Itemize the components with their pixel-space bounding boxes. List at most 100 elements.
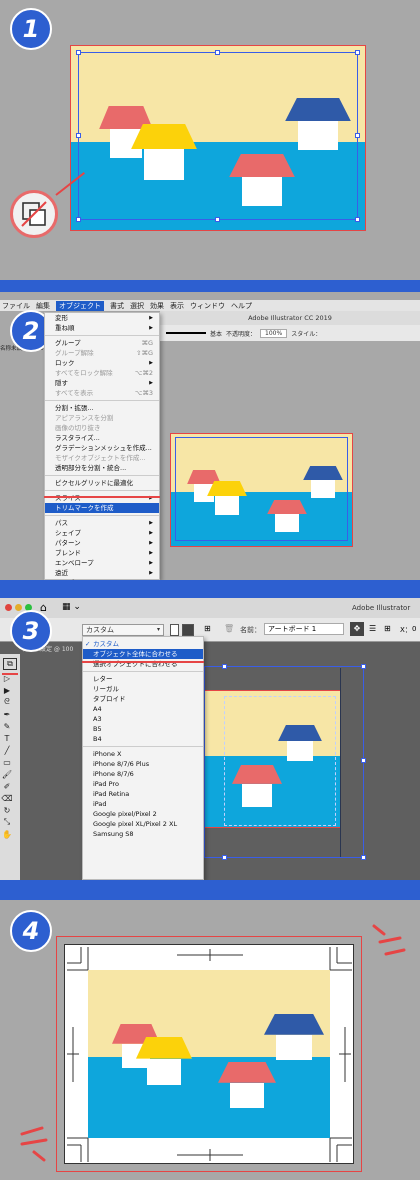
divider [0, 880, 420, 900]
menu-object[interactable]: オブジェクト [56, 300, 104, 311]
scale-icon[interactable]: ⤡ [0, 816, 14, 828]
preset-menu-item[interactable]: A4 [83, 704, 203, 714]
type-tool-icon[interactable]: T [0, 732, 14, 744]
preset-menu-item[interactable]: iPad Pro [83, 779, 203, 789]
eraser-icon[interactable]: ⌫ [0, 792, 14, 804]
opacity-field[interactable]: 100% [260, 328, 288, 338]
tool-underline [2, 673, 18, 675]
object-menu-item[interactable]: 分割・拡張... [45, 403, 159, 413]
object-menu-item[interactable]: シェイプ ▶ [45, 528, 159, 538]
pen-tool-icon[interactable]: ✒ [0, 708, 14, 720]
handle[interactable] [215, 50, 220, 55]
selection-box[interactable] [78, 52, 358, 220]
handle[interactable] [355, 217, 360, 222]
menu-view[interactable]: 表示 [170, 301, 184, 311]
stroke-label[interactable]: 基本 [210, 329, 222, 338]
preset-menu-item[interactable]: オブジェクト全体に合わせる [83, 649, 203, 659]
object-menu-label: モザイクオブジェクトを作成... [55, 454, 146, 462]
artboard-tool-icon[interactable]: ⧉ [3, 658, 17, 670]
lasso-icon[interactable]: ᘓ [0, 696, 14, 708]
menu-help[interactable]: ヘルプ [231, 301, 252, 311]
preset-select[interactable]: カスタム ▾ [82, 624, 164, 636]
handle[interactable] [76, 217, 81, 222]
handle[interactable] [361, 855, 366, 860]
opacity-label: 不透明度： [226, 330, 257, 338]
object-menu-label: 遠近 [55, 569, 68, 577]
menu-type[interactable]: 書式 [110, 301, 124, 311]
preset-menu-item[interactable]: iPad Retina [83, 789, 203, 799]
grid-icon[interactable]: ⊞ [384, 624, 391, 633]
preset-menu-item[interactable]: iPhone X [83, 749, 203, 759]
delete-artboard-icon[interactable]: 🗑 [224, 624, 234, 633]
handle[interactable] [361, 758, 366, 763]
line-tool-icon[interactable]: ╱ [0, 744, 14, 756]
object-menu-item[interactable]: ブレンド ▶ [45, 548, 159, 558]
menu-window[interactable]: ウィンドウ [190, 301, 225, 311]
preset-menu-item[interactable]: B4 [83, 734, 203, 744]
object-menu-item[interactable]: 遠近 ▶ [45, 568, 159, 578]
minimize-icon[interactable] [15, 604, 22, 611]
preset-menu-item[interactable]: B5 [83, 724, 203, 734]
preset-menu-item[interactable]: ✓ カスタム [83, 639, 203, 649]
handle[interactable] [76, 133, 81, 138]
x-label: X： [400, 626, 412, 634]
preset-menu-item[interactable]: iPhone 8/7/6 [83, 769, 203, 779]
preset-menu-item[interactable]: タブロイド [83, 694, 203, 704]
shaper-icon[interactable]: ✐ [0, 780, 14, 792]
object-menu-item: すべてをロック解除 ⌥⌘2 [45, 368, 159, 378]
object-menu-item[interactable]: グラデーションメッシュを作成... [45, 443, 159, 453]
preset-menu-label: カスタム [93, 640, 119, 648]
object-menu-item[interactable]: トリムマークを作成 [45, 503, 159, 513]
handle[interactable] [76, 50, 81, 55]
preset-menu-item[interactable]: iPad [83, 799, 203, 809]
object-menu-label: 透明部分を分割・統合... [55, 464, 127, 472]
handle[interactable] [355, 133, 360, 138]
handle[interactable] [222, 855, 227, 860]
object-menu-item[interactable]: 重ね順 ▶ [45, 323, 159, 333]
direct-selection-icon[interactable]: ▶ [0, 684, 14, 696]
preset-menu-item[interactable]: Samsung S8 [83, 829, 203, 839]
preset-menu-item[interactable]: リーガル [83, 684, 203, 694]
handle[interactable] [361, 664, 366, 669]
warp-icon[interactable]: ✋ [0, 828, 14, 840]
close-icon[interactable] [5, 604, 12, 611]
object-menu-item[interactable]: ラスタライズ... [45, 433, 159, 443]
preset-menu-item[interactable]: Google pixel/Pixel 2 [83, 809, 203, 819]
object-menu-item[interactable]: グループ ⌘G [45, 338, 159, 348]
move-copy-icon[interactable]: ✥ [350, 622, 364, 636]
handle[interactable] [222, 664, 227, 669]
object-menu-item[interactable]: ピクセルグリッドに最適化 [45, 478, 159, 488]
object-menu-item[interactable]: 透明部分を分割・統合... [45, 463, 159, 473]
menu-separator [45, 398, 159, 401]
new-artboard-icon[interactable]: ⊞ [204, 624, 211, 633]
object-menu-item[interactable]: スライス ▶ [45, 493, 159, 503]
object-menu-item[interactable]: パス ▶ [45, 518, 159, 528]
workspace-icon[interactable]: ▦ ⌄ [62, 602, 81, 612]
object-menu-item[interactable]: パターン ▶ [45, 538, 159, 548]
object-menu-item[interactable]: エンベロープ ▶ [45, 558, 159, 568]
x-field[interactable]: 0 [412, 625, 416, 633]
preset-menu-item[interactable]: レター [83, 674, 203, 684]
portrait-icon[interactable] [170, 624, 179, 636]
menu-file[interactable]: ファイル [2, 301, 30, 311]
object-menu-item[interactable]: 変形 ▶ [45, 313, 159, 323]
handle[interactable] [355, 50, 360, 55]
object-menu-item[interactable]: 隠す ▶ [45, 378, 159, 388]
landscape-icon[interactable] [182, 624, 194, 636]
object-menu-item[interactable]: ロック ▶ [45, 358, 159, 368]
menu-edit[interactable]: 編集 [36, 301, 50, 311]
curvature-icon[interactable]: ✎ [0, 720, 14, 732]
rotate-icon[interactable]: ↻ [0, 804, 14, 816]
rectangle-tool-icon[interactable]: ▭ [0, 756, 14, 768]
menu-select[interactable]: 選択 [130, 301, 144, 311]
preset-menu-item[interactable]: A3 [83, 714, 203, 724]
brush-tool-icon[interactable]: 🖌 [0, 768, 14, 780]
menu-effect[interactable]: 効果 [150, 301, 164, 311]
handle[interactable] [215, 217, 220, 222]
selection-box[interactable] [175, 437, 348, 541]
selection-box[interactable] [204, 666, 364, 858]
preset-menu-item[interactable]: Google pixel XL/Pixel 2 XL [83, 819, 203, 829]
preset-menu-item[interactable]: iPhone 8/7/6 Plus [83, 759, 203, 769]
artboard-options-icon[interactable]: ☰ [369, 624, 376, 633]
name-field[interactable]: アートボード 1 [264, 623, 344, 635]
